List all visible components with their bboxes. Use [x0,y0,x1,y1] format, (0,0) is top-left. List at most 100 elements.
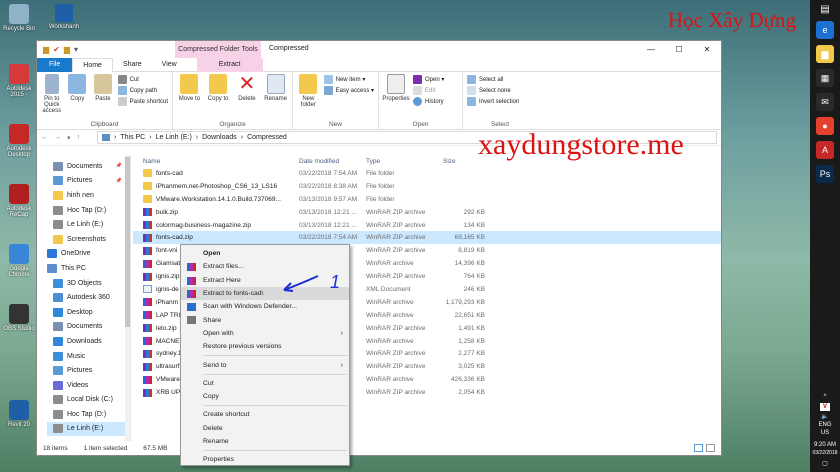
breadcrumb-separator[interactable]: › [241,132,243,143]
tab-file[interactable]: File [37,57,73,72]
menu-item[interactable]: Open [181,247,349,260]
chevron-down-icon[interactable]: ▾ [67,134,71,142]
menu-item[interactable]: Share [181,313,349,326]
nav-item[interactable]: Le Linh (E:) [47,217,130,232]
nav-item[interactable]: Downloads [47,334,130,349]
nav-item[interactable]: Music [47,349,130,364]
breadcrumb-separator[interactable]: › [196,132,198,143]
file-row[interactable]: VMware.Workstation.14.1.0.Build.737069..… [133,193,721,206]
properties-icon[interactable]: ✔ [53,45,60,54]
menu-item[interactable]: Scan with Windows Defender... [181,300,349,313]
mail-icon[interactable]: ✉ [816,93,834,111]
new-item-button[interactable]: New item ▾ [323,75,374,84]
scrollbar-thumb[interactable] [125,157,130,327]
notification-icon[interactable]: ▢ [810,460,840,468]
taskbar-menu-icon[interactable]: ▤ [810,0,840,15]
new-folder-icon[interactable]: ▆ [64,45,70,54]
nav-item[interactable]: Local Disk (C:) [47,393,130,408]
column-type[interactable]: Type [366,158,441,165]
edit-button[interactable]: Edit [413,86,444,95]
desktop-icon[interactable]: Google Chrome [2,244,36,278]
menu-item[interactable]: Open with › [181,327,349,340]
antivirus-icon[interactable]: V [820,403,830,411]
nav-item[interactable]: Videos [47,378,130,393]
nav-item[interactable]: Documents 📌 [47,159,130,174]
column-name[interactable]: Name [133,158,293,165]
volume-icon[interactable]: 🔈 [810,413,840,421]
nav-item[interactable]: Desktop [47,305,130,320]
history-button[interactable]: History [413,97,444,106]
chrome-icon[interactable]: ● [816,117,834,135]
forward-icon[interactable]: → [54,134,61,142]
nav-item[interactable]: This PC [47,261,130,276]
breadcrumb-separator[interactable]: › [114,132,116,143]
column-date[interactable]: Date modified [293,158,366,165]
file-row[interactable]: bulk.zip 03/13/2018 12:21 ... WinRAR ZIP a… [133,206,721,219]
tab-view[interactable]: View [152,58,187,72]
desktop-icon-workshanh[interactable]: Workshanh [46,4,82,30]
menu-item[interactable]: Delete [181,422,349,435]
nav-item[interactable]: Documents [47,320,130,335]
file-row[interactable]: colormag-business-magazine.zip 03/13/2018… [133,219,721,232]
nav-item[interactable]: 3D Objects [47,276,130,291]
photoshop-icon[interactable]: Ps [816,165,834,183]
select-none-button[interactable]: Select none [467,86,519,95]
menu-item[interactable]: Cut [181,377,349,390]
minimize-icon[interactable]: — [637,41,665,58]
desktop-icon[interactable]: OBS Studio [2,304,36,332]
desktop-icon[interactable]: Autodesk ReCap [2,184,36,218]
file-row[interactable]: iPhanmem.net-Photoshop_CS6_13_LS16 03/22/… [133,180,721,193]
menu-item[interactable]: Copy [181,390,349,403]
large-icons-view-icon[interactable] [706,444,715,452]
chevron-down-icon[interactable]: ▾ [74,45,78,54]
nav-item[interactable]: Hoc Tap (D:) [47,407,130,422]
clock-date[interactable]: 03/22/2018 [810,449,840,457]
view-toggle[interactable] [694,444,715,452]
paste-shortcut-button[interactable]: Paste shortcut [117,97,168,106]
autodesk-icon[interactable]: A [816,141,834,159]
explorer-icon[interactable]: ▆ [816,45,834,63]
edge-icon[interactable]: e [816,21,834,39]
nav-item[interactable]: Autodesk 360 [47,290,130,305]
desktop-icon[interactable]: Autodesk Desktop [2,124,36,158]
up-icon[interactable]: ↑ [77,134,81,142]
desktop-icon[interactable]: Autodesk 2015 - [2,64,36,98]
nav-item[interactable]: hinh nen [47,188,130,203]
tab-extract[interactable]: Extract [196,57,263,72]
language-indicator[interactable]: ENG [810,421,840,429]
copy-path-button[interactable]: Copy path [117,86,168,95]
pin-icon[interactable]: 📌 [116,178,122,184]
select-all-button[interactable]: Select all [467,75,519,84]
menu-item[interactable]: Restore previous versions [181,340,349,353]
breadcrumb-segment[interactable]: This PC [120,132,145,143]
clock-time[interactable]: 9:20 AM [810,441,840,449]
easy-access-button[interactable]: Easy access ▾ [323,86,374,95]
nav-item[interactable]: OneDrive [47,247,130,262]
details-view-icon[interactable] [694,444,703,452]
menu-item[interactable]: Create shortcut [181,408,349,421]
nav-item[interactable]: Screenshots [47,232,130,247]
maximize-icon[interactable]: ☐ [665,41,693,58]
nav-scrollbar[interactable] [125,155,130,441]
breadcrumb-segment[interactable]: Compressed [247,132,287,143]
folder-icon[interactable]: ▆ [43,45,49,54]
tab-home[interactable]: Home [72,57,113,72]
invert-selection-button[interactable]: Invert selection [467,97,519,106]
breadcrumb-segment[interactable]: Downloads [202,132,237,143]
cut-button[interactable]: Cut [117,75,168,84]
chevron-up-icon[interactable]: ^ [810,393,840,401]
menu-item[interactable]: Properties [181,453,349,466]
desktop-icon[interactable]: Recycle Bin [2,4,36,32]
menu-item[interactable]: Send to › [181,358,349,371]
file-row[interactable]: fonts-cad.zip 03/22/2018 7:54 AM WinRAR ZI… [133,231,721,245]
file-row[interactable]: fonts-cad 03/22/2018 7:54 AM File folder [133,167,721,180]
nav-item[interactable]: Le Linh (E:) [47,421,130,437]
back-icon[interactable]: ← [41,134,48,142]
nav-item[interactable]: Pictures [47,363,130,378]
close-icon[interactable]: ✕ [693,41,721,58]
tab-share[interactable]: Share [113,58,152,72]
desktop-icon[interactable]: Revit 20 [2,400,36,428]
nav-item[interactable]: Hoc Tap (D:) [47,203,130,218]
breadcrumb-separator[interactable]: › [149,132,151,143]
nav-item[interactable]: Pictures 📌 [47,174,130,189]
